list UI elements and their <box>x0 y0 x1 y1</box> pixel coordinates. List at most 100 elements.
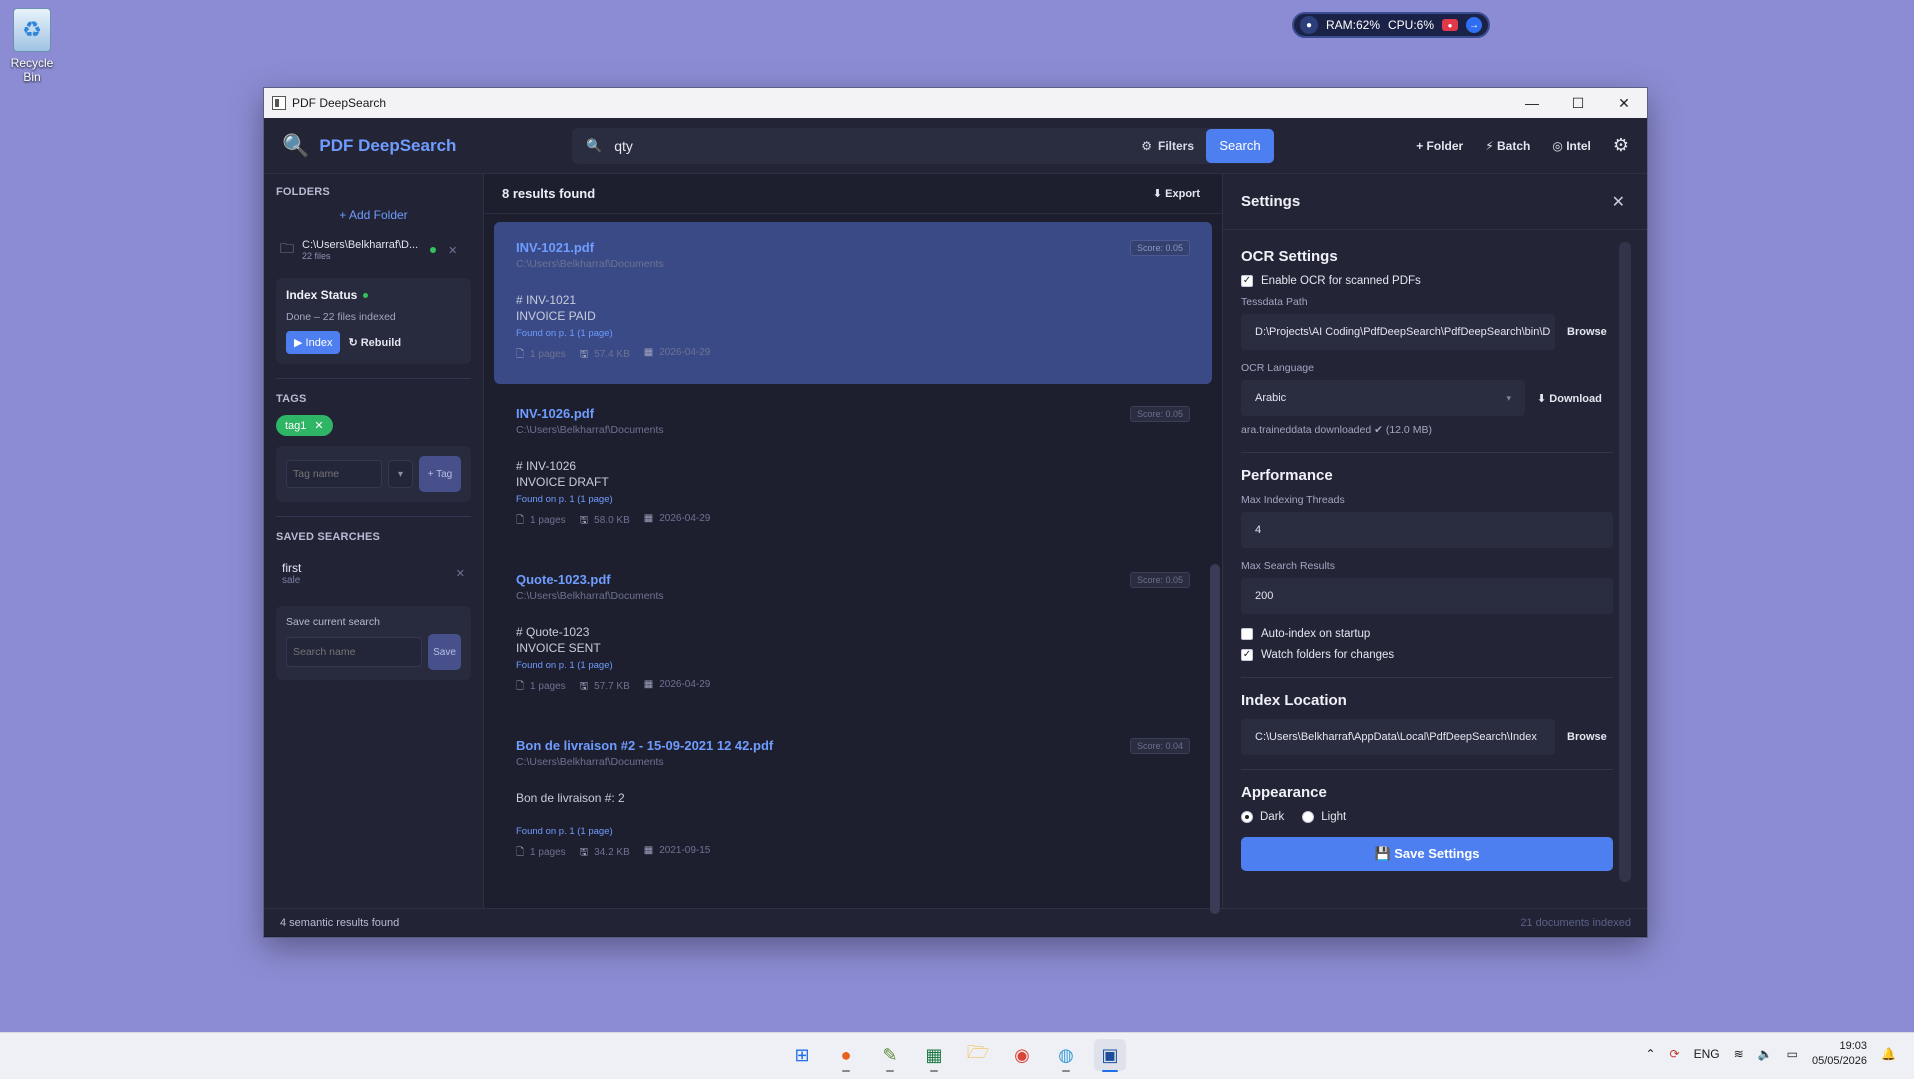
search-button[interactable]: Search <box>1206 128 1274 163</box>
result-card[interactable]: INV-1026.pdf Score: 0.05 C:\Users\Belkharr… <box>494 388 1212 550</box>
index-path-field[interactable]: C:\Users\Belkharraf\AppData\Local\PdfDee… <box>1241 719 1555 755</box>
firefox-taskbar-icon[interactable]: ● <box>830 1039 862 1072</box>
light-theme-radio[interactable]: Light <box>1302 811 1346 823</box>
chrome-taskbar-icon[interactable]: ◉ <box>1006 1039 1038 1071</box>
tag-color-dropdown[interactable]: ▾ <box>388 460 413 488</box>
snippet-line <box>516 806 1190 822</box>
save-settings-button[interactable]: 💾 Save Settings <box>1241 837 1613 871</box>
system-monitor-widget[interactable]: ● RAM:62% CPU:6% ● → <box>1292 12 1490 38</box>
checked-icon: ✓ <box>1241 275 1253 287</box>
disk-icon: 🖫 <box>579 847 589 858</box>
lightning-icon: ⚡ <box>1485 138 1494 153</box>
pdf-deepsearch-taskbar-icon[interactable]: ▣ <box>1094 1039 1126 1072</box>
found-on-page[interactable]: Found on p. 1 (1 page) <box>516 660 1190 671</box>
battery-icon[interactable]: ▭ <box>1787 1047 1798 1061</box>
result-filename[interactable]: INV-1021.pdf <box>516 240 594 255</box>
result-meta: 🗋 1 pages 🖫 34.2 KB ▦ 2021-09-15 <box>516 845 1190 862</box>
status-bar: 4 semantic results found 21 documents in… <box>264 908 1647 936</box>
dark-theme-radio[interactable]: Dark <box>1241 811 1284 823</box>
notification-icon[interactable]: 🔔 <box>1881 1047 1896 1061</box>
browse-tessdata-button[interactable]: Browse <box>1567 326 1607 338</box>
file-date: 2026-04-29 <box>659 679 711 690</box>
recycle-bin[interactable]: ♻ Recycle Bin <box>2 8 62 84</box>
auto-index-checkbox[interactable]: Auto-index on startup <box>1241 628 1613 640</box>
notepad-taskbar-icon[interactable]: ✎ <box>874 1039 906 1072</box>
threads-input[interactable]: 4 <box>1241 512 1613 548</box>
browse-index-button[interactable]: Browse <box>1567 731 1607 743</box>
excel-taskbar-icon[interactable]: ▦ <box>918 1039 950 1072</box>
cpu-readout: CPU:6% <box>1388 18 1435 32</box>
arrow-right-icon[interactable]: → <box>1466 17 1482 33</box>
ram-readout: RAM:62% <box>1325 18 1381 32</box>
close-window-button[interactable]: ✕ <box>1601 88 1647 118</box>
index-status-card: Index Status Done – 22 files indexed ▶ I… <box>276 278 471 364</box>
clock-time: 19:03 <box>1839 1040 1868 1052</box>
search-name-input[interactable] <box>286 637 422 667</box>
tag-name-input[interactable] <box>286 460 382 488</box>
remove-folder-icon[interactable]: ✕ <box>448 244 457 257</box>
ocr-language-select[interactable]: Arabic ▾ <box>1241 380 1525 416</box>
remove-tag-icon[interactable]: ✕ <box>314 419 323 432</box>
start-button[interactable]: ⊞ <box>786 1039 818 1071</box>
wifi-icon[interactable]: ≋ <box>1734 1047 1744 1061</box>
ocr-settings-title: OCR Settings <box>1241 248 1338 265</box>
batch-button[interactable]: ⚡ Batch <box>1485 139 1530 153</box>
results-scrollbar[interactable] <box>1210 564 1220 914</box>
saved-search-query: sale <box>282 575 301 586</box>
results-count: 8 results found <box>502 186 596 201</box>
watch-folders-checkbox[interactable]: ✓ Watch folders for changes <box>1241 649 1613 661</box>
file-date: 2026-04-29 <box>659 513 711 524</box>
result-card[interactable]: INV-1021.pdf Score: 0.05 C:\Users\Belkharr… <box>494 222 1212 384</box>
result-filename[interactable]: Bon de livraison #2 - 15-09-2021 12 42.p… <box>516 738 773 753</box>
filters-button[interactable]: ⚙ Filters <box>1129 139 1206 153</box>
radio-unselected-icon <box>1302 811 1315 823</box>
volume-icon[interactable]: 🔈 <box>1758 1047 1773 1061</box>
found-on-page[interactable]: Found on p. 1 (1 page) <box>516 494 1190 505</box>
result-card[interactable]: Bon de livraison #2 - 15-09-2021 12 42.p… <box>494 720 1212 882</box>
settings-scrollbar[interactable] <box>1619 242 1631 882</box>
enable-ocr-checkbox[interactable]: ✓ Enable OCR for scanned PDFs <box>1241 275 1613 287</box>
save-search-button[interactable]: Save <box>428 634 461 670</box>
clock[interactable]: 19:03 05/05/2026 <box>1812 1039 1867 1069</box>
windows-icon: ⊞ <box>794 1044 810 1065</box>
export-button[interactable]: ⬇ Export <box>1153 187 1200 200</box>
language-indicator[interactable]: ENG <box>1694 1047 1720 1061</box>
tessdata-path-field[interactable]: D:\Projects\AI Coding\PdfDeepSearch\PdfD… <box>1241 314 1555 350</box>
size-meta: 🖫 58.0 KB <box>580 513 630 530</box>
clock-date: 05/05/2026 <box>1811 1055 1868 1067</box>
add-folder-header-button[interactable]: + Folder <box>1416 139 1463 153</box>
close-settings-icon[interactable]: ✕ <box>1612 192 1625 212</box>
intel-button[interactable]: ◎ Intel <box>1552 139 1591 153</box>
rebuild-button[interactable]: ↻ Rebuild <box>348 336 401 349</box>
add-folder-button[interactable]: + Add Folder <box>276 208 471 222</box>
remove-saved-search-icon[interactable]: ✕ <box>456 567 465 580</box>
result-card[interactable]: Quote-1023.pdf Score: 0.05 C:\Users\Belkha… <box>494 554 1212 716</box>
found-on-page[interactable]: Found on p. 1 (1 page) <box>516 826 1190 837</box>
file-size: 34.2 KB <box>594 847 630 858</box>
chevron-up-icon[interactable]: ⌃ <box>1645 1047 1655 1061</box>
record-icon[interactable]: ● <box>1442 19 1459 31</box>
add-tag-button[interactable]: + Tag <box>418 456 461 492</box>
threads-label: Max Indexing Threads <box>1241 494 1345 506</box>
mic-icon: ● <box>1300 16 1318 34</box>
max-results-input[interactable]: 200 <box>1241 578 1613 614</box>
saved-search-item[interactable]: first sale ✕ <box>276 553 471 594</box>
app-taskbar-icon[interactable]: ◍ <box>1050 1039 1082 1072</box>
download-language-button[interactable]: ⬇ Download <box>1537 392 1602 405</box>
sync-icon[interactable]: ⟳ <box>1670 1047 1680 1061</box>
maximize-button[interactable]: ☐ <box>1555 88 1601 118</box>
light-label: Light <box>1321 811 1347 823</box>
pages-count: 1 pages <box>530 349 566 360</box>
folder-item[interactable]: 🗀 C:\Users\Belkharraf\D... 22 files ✕ <box>276 234 471 270</box>
index-button[interactable]: ▶ Index <box>286 331 341 354</box>
tag-chip[interactable]: tag1 ✕ <box>276 415 333 436</box>
explorer-taskbar-icon[interactable]: 🗁 <box>962 1039 994 1071</box>
gear-icon[interactable]: ⚙ <box>1613 135 1629 156</box>
index-button-label: Index <box>305 337 333 349</box>
result-filename[interactable]: Quote-1023.pdf <box>516 572 611 587</box>
search-input[interactable] <box>614 137 1130 154</box>
minimize-button[interactable]: — <box>1509 88 1555 118</box>
found-on-page[interactable]: Found on p. 1 (1 page) <box>516 328 1190 339</box>
header-actions: + Folder ⚡ Batch ◎ Intel ⚙ <box>1416 135 1629 156</box>
result-filename[interactable]: INV-1026.pdf <box>516 406 594 421</box>
